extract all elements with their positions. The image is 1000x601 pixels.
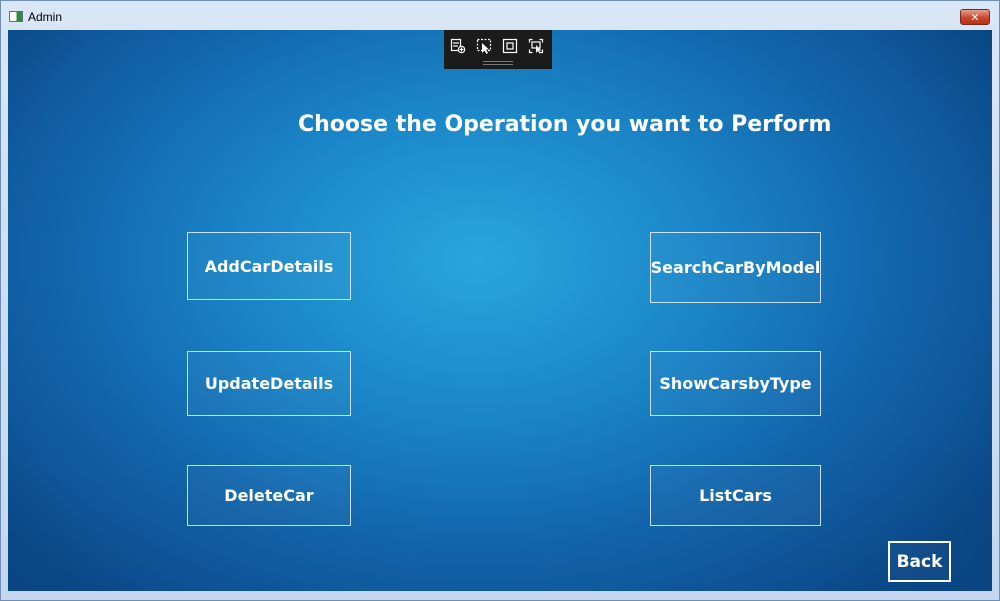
- add-car-details-button[interactable]: AddCarDetails: [187, 232, 351, 300]
- title-bar[interactable]: Admin ✕: [1, 1, 999, 31]
- pointer-icon[interactable]: [476, 38, 492, 54]
- close-button[interactable]: ✕: [960, 9, 990, 25]
- select-element-icon[interactable]: [450, 38, 466, 54]
- back-button[interactable]: Back: [888, 541, 951, 582]
- search-car-by-model-button[interactable]: SearchCarByModel: [650, 232, 821, 303]
- window-app-icon: [9, 11, 23, 22]
- close-icon: ✕: [970, 11, 980, 24]
- list-cars-button[interactable]: ListCars: [650, 465, 821, 526]
- track-focus-icon[interactable]: [528, 38, 544, 54]
- window-title: Admin: [28, 10, 63, 24]
- main-content: Choose the Operation you want to Perform…: [8, 30, 992, 591]
- delete-car-button[interactable]: DeleteCar: [187, 465, 351, 526]
- show-cars-by-type-button[interactable]: ShowCarsbyType: [650, 351, 821, 416]
- layout-adorner-icon[interactable]: [502, 38, 518, 54]
- update-details-button[interactable]: UpdateDetails: [187, 351, 351, 416]
- debug-toolbar: [444, 30, 552, 69]
- page-title: Choose the Operation you want to Perform: [298, 112, 832, 137]
- toolbar-grip[interactable]: [483, 61, 513, 65]
- app-window: Admin ✕ Choose the Operation you want to…: [0, 0, 1000, 601]
